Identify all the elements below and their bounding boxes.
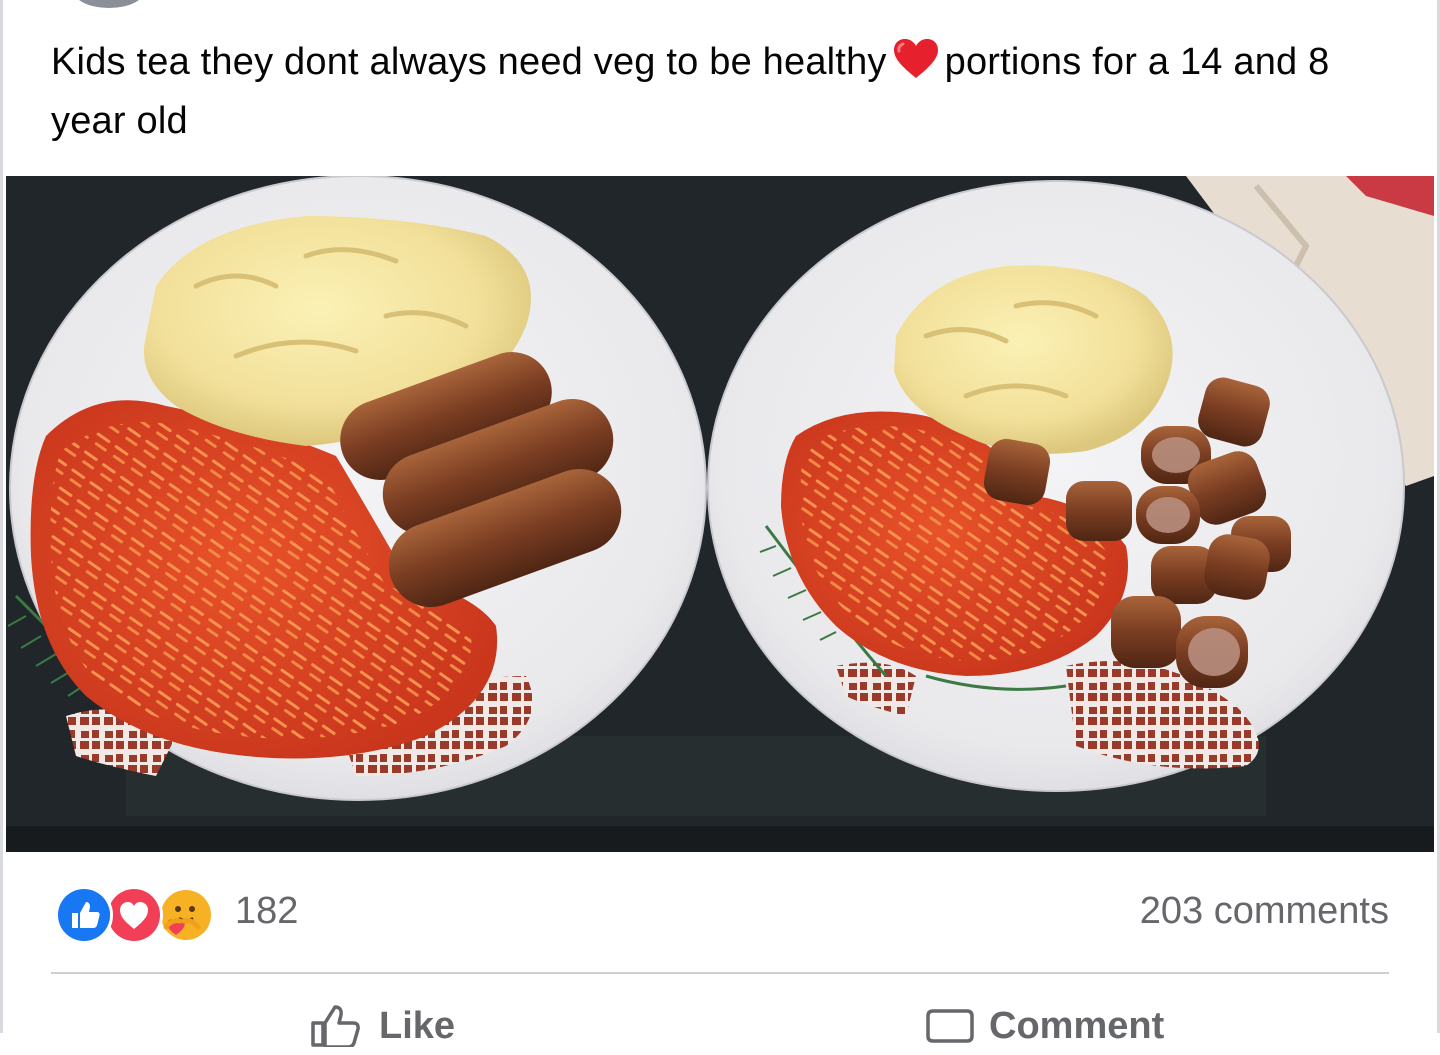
love-icon [105, 886, 163, 944]
comment-icon [926, 1009, 974, 1043]
like-icon [55, 886, 113, 944]
reactions-summary[interactable] [55, 886, 225, 944]
thumbs-up-icon [311, 1005, 360, 1047]
post-text-part1: Kids tea they dont always need veg to be… [51, 41, 887, 83]
divider [51, 972, 1389, 974]
avatar[interactable] [73, 0, 145, 8]
post-card: Kids tea they dont always need veg to be… [0, 0, 1440, 1047]
like-button[interactable]: Like [309, 995, 455, 1055]
food-photo[interactable] [6, 176, 1434, 852]
red-heart-icon [893, 38, 939, 95]
post-stats: 182 203 comments [51, 878, 1389, 948]
care-icon [155, 886, 213, 944]
like-label: Like [379, 1005, 456, 1047]
comment-label: Comment [989, 1005, 1165, 1047]
comment-count[interactable]: 203 comments [1140, 890, 1389, 933]
comment-button[interactable]: Comment [925, 995, 1164, 1055]
post-text: Kids tea they dont always need veg to be… [51, 36, 1391, 148]
reaction-count[interactable]: 182 [235, 890, 298, 933]
action-bar: Like Comment [51, 995, 1389, 1055]
